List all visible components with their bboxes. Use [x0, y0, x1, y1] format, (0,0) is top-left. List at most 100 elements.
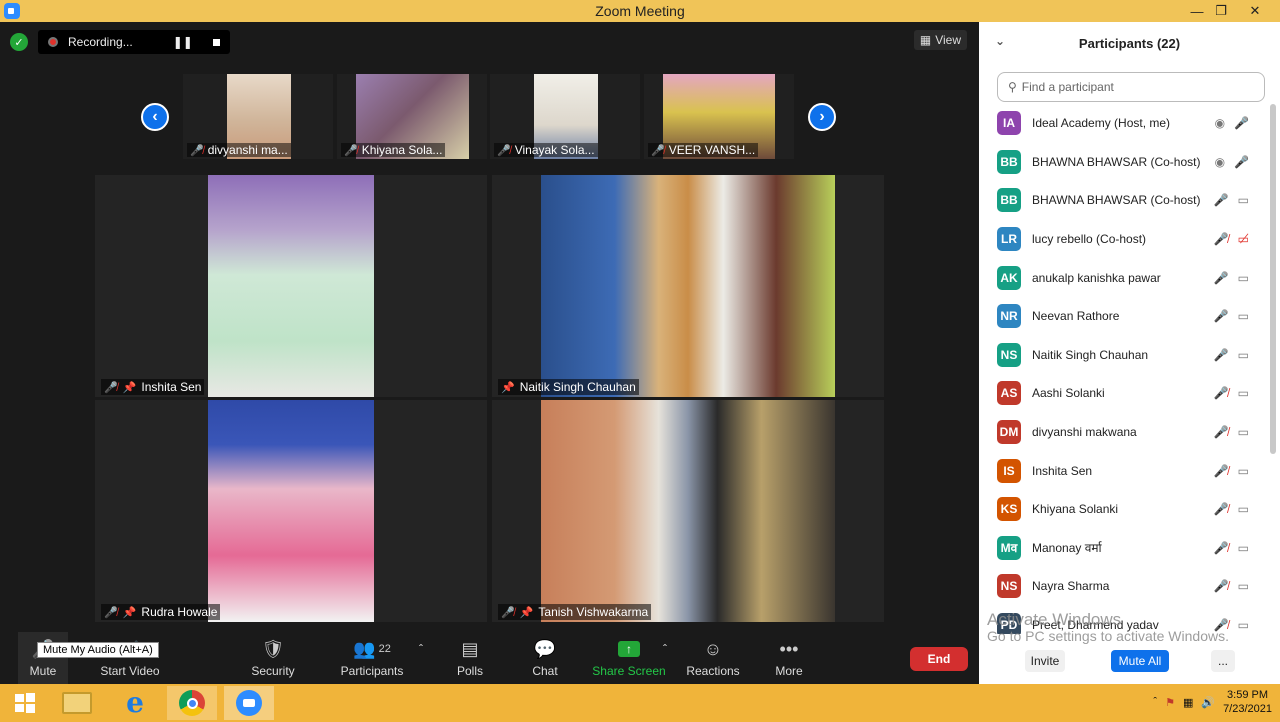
- chrome-taskbar-button[interactable]: [167, 686, 217, 720]
- windows-taskbar: e ˆ ⚑ ▦ 🔊 3:59 PM 7/23/2021: [0, 684, 1280, 722]
- video-camera-icon[interactable]: ▭: [1238, 618, 1249, 632]
- video-camera-icon[interactable]: ▭: [1238, 193, 1249, 207]
- chrome-icon: [179, 690, 205, 716]
- internet-explorer-taskbar-button[interactable]: e: [110, 686, 160, 720]
- invite-button[interactable]: Invite: [1025, 650, 1065, 672]
- video-camera-icon[interactable]: ▭: [1238, 425, 1249, 439]
- participant-row[interactable]: NR Neevan Rathore 🎤 ▭: [979, 297, 1269, 336]
- pause-recording-icon[interactable]: ❚❚: [173, 35, 193, 49]
- participant-name: Nayra Sharma: [1032, 579, 1110, 594]
- participant-row[interactable]: DM divyanshi makwana 🎤̸ ▭: [979, 413, 1269, 452]
- participant-avatar: BB: [997, 149, 1021, 174]
- tray-overflow-icon[interactable]: ˆ: [1153, 696, 1157, 708]
- panel-footer: Invite Mute All ...: [979, 648, 1280, 674]
- participant-row[interactable]: LR lucy rebello (Co-host) 🎤̸ ▭̸: [979, 220, 1269, 259]
- polls-button[interactable]: ▤ Polls: [450, 632, 490, 684]
- clock-time: 3:59 PM: [1227, 689, 1269, 701]
- flag-icon[interactable]: ⚑: [1165, 696, 1175, 709]
- participant-row[interactable]: KS Khiyana Solanki 🎤̸ ▭: [979, 490, 1269, 529]
- muted-mic-icon[interactable]: 🎤̸: [1214, 541, 1229, 555]
- video-tile[interactable]: 📌 Naitik Singh Chauhan: [492, 175, 884, 397]
- recording-icon[interactable]: ◉: [1215, 155, 1225, 169]
- microphone-icon[interactable]: 🎤: [1214, 271, 1229, 285]
- video-camera-icon[interactable]: ▭: [1238, 271, 1249, 285]
- reactions-button[interactable]: ☺ Reactions: [686, 632, 740, 684]
- thumbnail-video[interactable]: 🎤̸ Vinayak Sola...: [490, 74, 640, 159]
- participant-row[interactable]: IS Inshita Sen 🎤̸ ▭: [979, 451, 1269, 490]
- thumbnail-video[interactable]: 🎤̸ Khiyana Sola...: [337, 74, 487, 159]
- participant-row[interactable]: BB BHAWNA BHAWSAR (Co-host) ◉ 🎤: [979, 143, 1269, 182]
- collapse-chevron-icon[interactable]: ⌄: [995, 34, 1005, 48]
- restore-button[interactable]: ❐: [1206, 0, 1236, 22]
- mute-button[interactable]: 🎤 Mute: [18, 632, 68, 684]
- muted-mic-icon: 🎤̸: [344, 144, 358, 157]
- muted-mic-icon[interactable]: 🎤̸: [1214, 502, 1229, 516]
- muted-mic-icon: 🎤̸: [104, 606, 118, 619]
- reactions-label: Reactions: [686, 664, 740, 678]
- chat-button[interactable]: 💬 Chat: [525, 632, 565, 684]
- start-video-button[interactable]: 📹 Start Video: [98, 632, 162, 684]
- mute-all-button[interactable]: Mute All: [1111, 650, 1169, 672]
- participants-label: Participants: [340, 664, 404, 678]
- muted-mic-icon[interactable]: 🎤̸: [1214, 232, 1229, 246]
- next-page-button[interactable]: ›: [808, 103, 836, 131]
- start-button[interactable]: [0, 686, 50, 720]
- video-tile[interactable]: 🎤̸ 📌 Inshita Sen: [95, 175, 487, 397]
- more-button[interactable]: ••• More: [768, 632, 810, 684]
- share-options-caret[interactable]: ˆ: [658, 632, 672, 684]
- end-meeting-button[interactable]: End: [910, 647, 968, 671]
- video-camera-icon[interactable]: ▭: [1238, 348, 1249, 362]
- close-button[interactable]: ✕: [1240, 0, 1270, 22]
- participant-row[interactable]: IA Ideal Academy (Host, me) ◉ 🎤: [979, 104, 1269, 143]
- microphone-icon[interactable]: 🎤: [1234, 155, 1249, 169]
- participant-row[interactable]: AK anukalp kanishka pawar 🎤 ▭: [979, 258, 1269, 297]
- share-screen-button[interactable]: ↑ Share Screen: [592, 632, 666, 684]
- participants-options-caret[interactable]: ˆ: [414, 632, 428, 684]
- previous-page-button[interactable]: ‹: [141, 103, 169, 131]
- stop-recording-icon[interactable]: [212, 38, 220, 46]
- pin-icon: 📌: [122, 381, 137, 394]
- microphone-icon[interactable]: 🎤: [1214, 348, 1229, 362]
- file-explorer-taskbar-button[interactable]: [52, 686, 102, 720]
- participant-name: BHAWNA BHAWSAR (Co-host): [1032, 154, 1201, 169]
- recording-icon[interactable]: ◉: [1215, 116, 1225, 130]
- participant-list-scrollbar[interactable]: [1270, 104, 1276, 454]
- clock[interactable]: 3:59 PM 7/23/2021: [1223, 688, 1272, 716]
- participant-row[interactable]: Mव Manonay वर्मा 🎤̸ ▭: [979, 529, 1269, 568]
- thumbnail-video[interactable]: 🎤̸ divyanshi ma...: [183, 74, 333, 159]
- video-camera-icon[interactable]: ▭: [1238, 579, 1249, 593]
- muted-mic-icon[interactable]: 🎤̸: [1214, 386, 1229, 400]
- video-camera-icon[interactable]: ▭: [1238, 386, 1249, 400]
- participant-row[interactable]: AS Aashi Solanki 🎤̸ ▭: [979, 374, 1269, 413]
- microphone-icon[interactable]: 🎤: [1214, 193, 1229, 207]
- video-camera-icon[interactable]: ▭: [1238, 502, 1249, 516]
- volume-icon[interactable]: 🔊: [1201, 696, 1215, 709]
- encryption-shield-icon[interactable]: ✓: [10, 33, 28, 51]
- caret-up-icon: ˆ: [663, 642, 667, 656]
- muted-mic-icon[interactable]: 🎤̸: [1214, 464, 1229, 478]
- security-button[interactable]: 🛡 Security: [248, 632, 298, 684]
- view-button[interactable]: ▦ View: [913, 30, 967, 50]
- participant-row[interactable]: NS Naitik Singh Chauhan 🎤 ▭: [979, 336, 1269, 375]
- video-off-icon[interactable]: ▭̸: [1238, 232, 1249, 246]
- participants-button[interactable]: 👥 22 Participants: [340, 632, 404, 684]
- muted-mic-icon[interactable]: 🎤̸: [1214, 425, 1229, 439]
- video-tile[interactable]: 🎤̸ 📌 Tanish Vishwakarma: [492, 400, 884, 622]
- microphone-icon[interactable]: 🎤: [1214, 309, 1229, 323]
- microphone-icon[interactable]: 🎤: [1234, 116, 1249, 130]
- more-options-button[interactable]: ...: [1211, 650, 1235, 672]
- thumbnail-video[interactable]: 🎤̸ VEER VANSH...: [644, 74, 794, 159]
- participant-avatar: AS: [997, 381, 1021, 406]
- network-icon[interactable]: ▦: [1183, 696, 1193, 709]
- video-camera-icon[interactable]: ▭: [1238, 464, 1249, 478]
- video-camera-icon[interactable]: ▭: [1238, 309, 1249, 323]
- muted-mic-icon[interactable]: 🎤̸: [1214, 579, 1229, 593]
- zoom-taskbar-button[interactable]: [224, 686, 274, 720]
- participant-row[interactable]: NS Nayra Sharma 🎤̸ ▭: [979, 567, 1269, 606]
- video-camera-icon[interactable]: ▭: [1238, 541, 1249, 555]
- participant-row[interactable]: BB BHAWNA BHAWSAR (Co-host) 🎤 ▭: [979, 181, 1269, 220]
- video-tile[interactable]: 🎤̸ 📌 Rudra Howale: [95, 400, 487, 622]
- search-participant-input[interactable]: ⚲ Find a participant: [997, 72, 1265, 102]
- folder-icon: [62, 692, 92, 714]
- panel-title: Participants (22): [1078, 35, 1181, 51]
